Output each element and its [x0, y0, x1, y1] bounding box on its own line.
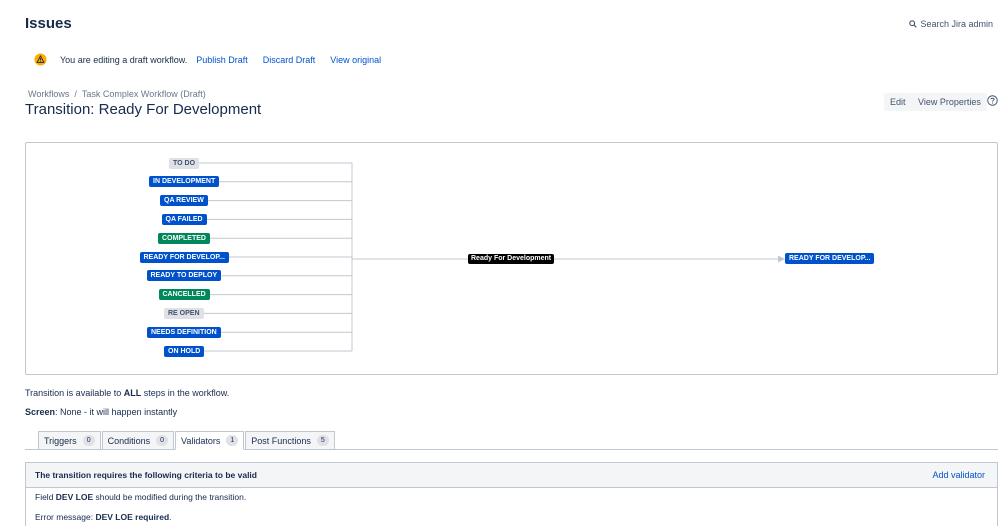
source-status[interactable]: QA REVIEW [160, 195, 208, 207]
source-status[interactable]: ON HOLD [164, 345, 205, 357]
view-properties-button[interactable]: View Properties [912, 93, 987, 111]
target-status[interactable]: READY FOR DEVELOP... [785, 253, 875, 264]
tab-post-functions[interactable]: Post Functions 5 [245, 431, 335, 450]
breadcrumb-workflows[interactable]: Workflows [28, 89, 69, 99]
validator-error-message: Error message: DEV LOE required. [35, 512, 172, 522]
publish-draft-link[interactable]: Publish Draft [196, 55, 248, 65]
workflow-diagram: TO DO IN DEVELOPMENT QA REVIEW QA FAILED COM… [25, 142, 998, 375]
count-badge: 0 [82, 435, 95, 446]
source-status[interactable]: READY TO DEPLOY [146, 270, 222, 282]
draft-message: You are editing a draft workflow. [60, 54, 188, 65]
breadcrumb: Workflows / Task Complex Workflow (Draft… [28, 89, 206, 99]
source-status[interactable]: IN DEVELOPMENT [149, 176, 220, 188]
source-status[interactable]: COMPLETED [158, 232, 210, 244]
edit-button[interactable]: Edit [884, 93, 912, 111]
tab-validators[interactable]: Validators 1 [175, 431, 245, 450]
availability-text: Transition is available to ALL steps in … [25, 388, 230, 398]
validator-description: Field DEV LOE should be modified during … [35, 492, 247, 502]
page-title: Issues [25, 15, 72, 32]
validators-panel: The transition requires the following cr… [25, 462, 998, 526]
tab-conditions[interactable]: Conditions 0 [101, 431, 175, 450]
validators-header-text: The transition requires the following cr… [35, 470, 257, 480]
transition-heading: Transition: Ready For Development [25, 101, 262, 118]
transition-label[interactable]: Ready For Development [468, 254, 555, 264]
draft-warning-bar: You are editing a draft workflow. Publis… [34, 53, 396, 66]
screen-text: Screen: None - it will happen instantly [25, 407, 178, 417]
warning-icon [34, 53, 47, 66]
breadcrumb-workflow[interactable]: Task Complex Workflow (Draft) [82, 89, 206, 99]
source-status[interactable]: RE OPEN [164, 307, 204, 319]
breadcrumb-separator: / [74, 89, 77, 99]
source-status[interactable]: READY FOR DEVELOP... [139, 251, 229, 263]
search-icon [909, 20, 918, 28]
count-badge: 5 [316, 435, 329, 446]
add-validator-link[interactable]: Add validator [932, 470, 985, 480]
search-label: Search Jira admin [920, 19, 993, 29]
view-original-link[interactable]: View original [330, 55, 381, 65]
count-badge: 1 [226, 435, 239, 446]
validators-panel-header: The transition requires the following cr… [26, 463, 997, 488]
transition-tabs: Triggers 0 Conditions 0 Validators 1 Post F… [38, 431, 336, 450]
discard-draft-link[interactable]: Discard Draft [263, 55, 316, 65]
transition-arrowhead [778, 255, 785, 263]
source-status[interactable]: CANCELLED [158, 289, 210, 301]
help-icon[interactable] [987, 95, 998, 106]
search-admin-link[interactable]: Search Jira admin [909, 19, 993, 29]
source-status[interactable]: QA FAILED [161, 213, 207, 225]
count-badge: 0 [156, 435, 169, 446]
source-status[interactable]: NEEDS DEFINITION [147, 326, 221, 338]
tab-triggers[interactable]: Triggers 0 [38, 431, 101, 450]
source-status[interactable]: TO DO [169, 157, 200, 169]
